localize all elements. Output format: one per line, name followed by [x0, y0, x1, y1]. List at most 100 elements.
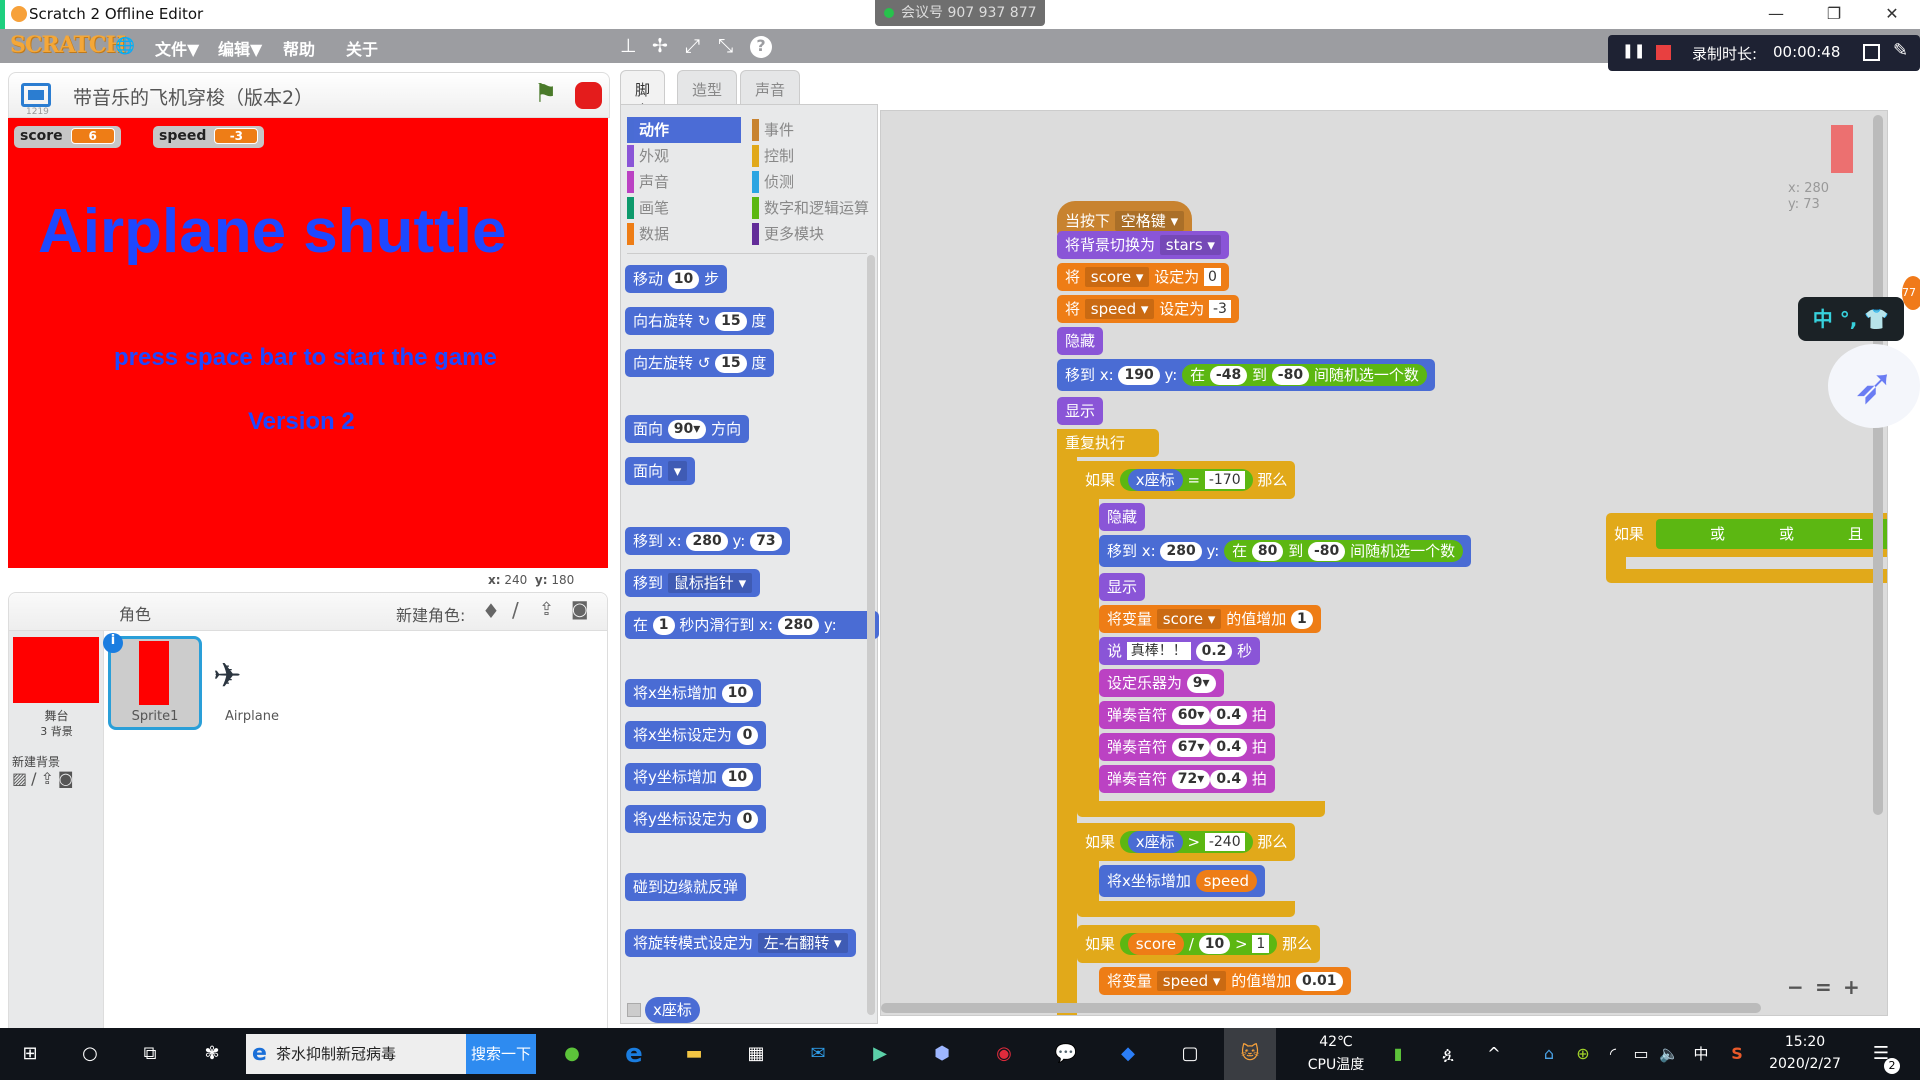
help-icon[interactable]: ? [750, 36, 772, 58]
backdrop-tools-icons[interactable]: ▨/⇪◙ [12, 769, 77, 788]
video-icon[interactable]: ▶ [858, 1028, 902, 1080]
mail-icon[interactable]: ✉ [796, 1028, 840, 1080]
meeting-id-badge[interactable]: 会议号 907 937 877 [875, 0, 1045, 26]
menu-help[interactable]: 帮助 [283, 36, 315, 60]
menu-about[interactable]: 关于 [346, 36, 378, 60]
block-forever[interactable]: 重复执行 [1057, 429, 1159, 457]
hummingbird-icon[interactable]: ➶ [1828, 344, 1920, 428]
minimize-button[interactable]: — [1753, 0, 1799, 29]
pen-icon[interactable]: ✎ [1893, 40, 1908, 61]
block-hide[interactable]: 隐藏 [1057, 327, 1104, 355]
category-pen[interactable]: 画笔 [627, 195, 669, 221]
zoom-out-icon[interactable]: − [1787, 975, 1804, 999]
block-show[interactable]: 显示 [1057, 397, 1104, 425]
tray-plus-icon[interactable]: ⊕ [1572, 1028, 1594, 1080]
block-set-score[interactable]: 将 score ▾ 设定为 0 [1057, 263, 1229, 291]
block-change-x-by-speed[interactable]: 将x坐标增加 speed [1099, 865, 1265, 897]
tray-app-icon[interactable]: ⌂ [1538, 1028, 1560, 1080]
chevron-up-icon[interactable]: ^ [1482, 1028, 1506, 1080]
block-change-speed[interactable]: 将变量 speed ▾ 的值增加 0.01 [1099, 967, 1351, 995]
block-if-x-greater[interactable]: 如果 x座标 > -240 那么 [1077, 823, 1296, 861]
block-move-steps[interactable]: 移动 10 步 [625, 265, 728, 293]
restore-button[interactable]: ❐ [1811, 0, 1857, 29]
menu-file[interactable]: 文件▼ [155, 36, 199, 60]
block-set-y[interactable]: 将y坐标设定为 0 [625, 805, 767, 833]
block-change-x[interactable]: 将x坐标增加 10 [625, 679, 762, 707]
block-show[interactable]: 显示 [1099, 573, 1146, 601]
browser-icon[interactable]: ● [550, 1028, 594, 1080]
block-say[interactable]: 说 真棒！！ 0.2 秒 [1099, 637, 1261, 665]
wifi-icon[interactable]: ◜ [1602, 1028, 1624, 1080]
delete-scissors-icon[interactable]: ✢ [652, 35, 668, 57]
info-icon[interactable]: i [103, 633, 123, 653]
loose-if-block[interactable]: 如果 或或且 [1606, 513, 1887, 583]
app-icon[interactable]: ✾ [192, 1028, 232, 1080]
battery-icon[interactable]: ▭ [1630, 1028, 1652, 1080]
block-set-x[interactable]: 将x坐标设定为 0 [625, 721, 767, 749]
upload-sprite-icon[interactable]: ⇪ [539, 599, 554, 620]
clock-date[interactable]: 2020/2/27 [1760, 1056, 1850, 1072]
stop-icon[interactable] [575, 82, 602, 109]
vertical-scrollbar[interactable] [1873, 115, 1883, 815]
block-point-direction[interactable]: 面向 90▾ 方向 [625, 415, 750, 443]
wechat-icon[interactable]: 💬 [1044, 1028, 1088, 1080]
project-title[interactable]: 带音乐的飞机穿梭（版本2） [73, 83, 313, 110]
ime-indicator[interactable]: 中 [1690, 1028, 1712, 1080]
stage-canvas[interactable]: score 6 speed -3 Airplane shuttle press sp… [8, 118, 608, 568]
block-glide[interactable]: 在 1 秒内滑行到 x: 280 y: [625, 611, 879, 639]
category-data[interactable]: 数据 [627, 221, 669, 247]
horizontal-scrollbar[interactable] [881, 1003, 1761, 1013]
category-sound[interactable]: 声音 [627, 169, 669, 195]
sprite-library-icon[interactable]: ♦ [482, 599, 500, 623]
sprite-thumb-sprite1[interactable]: i Sprite1 [103, 633, 202, 730]
stop-record-icon[interactable] [1656, 45, 1671, 60]
ime-toolbar[interactable]: 中 °, 👕 [1798, 297, 1904, 341]
block-bounce[interactable]: 碰到边缘就反弹 [625, 873, 747, 901]
shrink-icon[interactable]: ⤡ [718, 35, 733, 57]
stage-thumbnail[interactable] [13, 637, 99, 703]
volume-icon[interactable]: 🔈 [1658, 1028, 1680, 1080]
monitor-speed[interactable]: speed -3 [153, 126, 265, 148]
app-blue-icon[interactable]: ◆ [1106, 1028, 1150, 1080]
task-view-icon[interactable]: ⧉ [130, 1028, 170, 1080]
sprite-thumb-airplane[interactable]: ✈ Airplane [205, 636, 299, 730]
random-reporter[interactable]: 在 -48 到 -80 间随机选一个数 [1182, 364, 1427, 386]
close-button[interactable]: ✕ [1869, 0, 1915, 29]
block-point-towards[interactable]: 面向 ▾ [625, 457, 696, 485]
windows-start-icon[interactable]: ⊞ [10, 1028, 50, 1080]
camera-app-icon[interactable]: ▢ [1168, 1028, 1212, 1080]
block-goto-xy[interactable]: 移到 x: 280 y: 73 [625, 527, 790, 555]
block-hide[interactable]: 隐藏 [1099, 503, 1146, 531]
block-set-speed[interactable]: 将 speed ▾ 设定为 -3 [1057, 295, 1239, 323]
block-goto[interactable]: 移到 鼠标指针 ▾ [625, 569, 761, 597]
block-if-score-div[interactable]: 如果 score / 10 > 1 那么 [1077, 925, 1321, 963]
block-play-note[interactable]: 弹奏音符 60▾ 0.4 拍 [1099, 701, 1275, 729]
block-goto-random[interactable]: 移到 x: 280 y: 在 80 到 -80 间随机选一个数 [1099, 535, 1472, 567]
tab-scripts[interactable]: 脚本 [620, 70, 666, 120]
block-goto-random[interactable]: 移到 x: 190 y: 在 -48 到 -80 间随机选一个数 [1057, 359, 1435, 391]
block-switch-backdrop[interactable]: 将背景切换为 stars ▾ [1057, 231, 1229, 259]
search-button[interactable]: 搜索一下 [466, 1034, 536, 1074]
block-play-note[interactable]: 弹奏音符 72▾ 0.4 拍 [1099, 765, 1275, 793]
category-more-blocks[interactable]: 更多模块 [752, 221, 824, 247]
block-turn-left[interactable]: 向左旋转 ↺ 15 度 [625, 349, 775, 377]
window-icon[interactable] [1863, 44, 1880, 61]
badge-counter[interactable]: 77 [1902, 276, 1920, 310]
scratch-logo[interactable]: SCRATCH [10, 32, 126, 58]
cortana-icon[interactable]: ○ [70, 1028, 110, 1080]
paint-sprite-icon[interactable]: / [512, 598, 519, 622]
photos-icon[interactable]: ⬢ [920, 1028, 964, 1080]
block-change-y[interactable]: 将y坐标增加 10 [625, 763, 762, 791]
tab-sounds[interactable]: 声音 [740, 70, 800, 105]
zoom-reset-icon[interactable]: = [1815, 975, 1832, 999]
block-play-note[interactable]: 弹奏音符 67▾ 0.4 拍 [1099, 733, 1275, 761]
grow-icon[interactable]: ⤢ [685, 35, 700, 57]
script-area[interactable]: 当按下 空格键 ▾ 将背景切换为 stars ▾ 将 score ▾ 设定为 0… [880, 110, 1888, 1016]
block-rotation-style[interactable]: 将旋转模式设定为 左-右翻转 ▾ [625, 929, 856, 957]
category-operators[interactable]: 数字和逻辑运算 [752, 195, 869, 221]
palette-scrollbar[interactable] [867, 255, 875, 1015]
search-input[interactable]: e 茶水抑制新冠病毒 [246, 1034, 466, 1074]
monitor-score[interactable]: score 6 [14, 126, 121, 148]
netease-music-icon[interactable]: ◉ [982, 1028, 1026, 1080]
store-icon[interactable]: ▦ [734, 1028, 778, 1080]
